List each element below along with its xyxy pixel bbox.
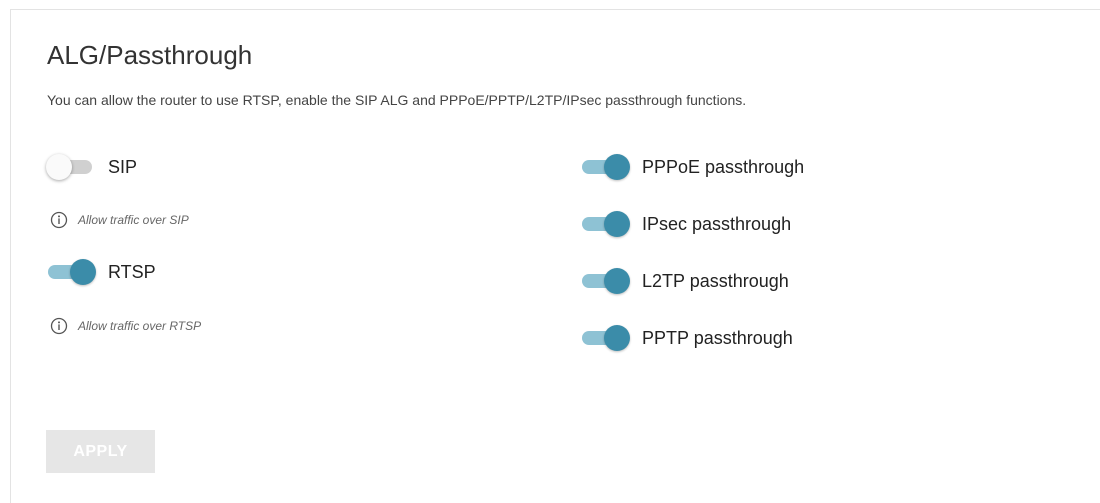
content-frame	[10, 9, 1100, 503]
rtsp-hint-text: Allow traffic over RTSP	[78, 319, 202, 333]
toggle-knob	[604, 268, 630, 294]
toggle-knob	[604, 211, 630, 237]
pptp-label: PPTP passthrough	[642, 327, 793, 348]
l2tp-toggle-row[interactable]: L2TP passthrough	[580, 265, 789, 297]
sip-toggle-row[interactable]: SIP	[46, 151, 137, 183]
pppoe-label: PPPoE passthrough	[642, 156, 805, 177]
sip-hint-text: Allow traffic over SIP	[78, 213, 189, 227]
l2tp-passthrough-toggle[interactable]	[580, 265, 632, 297]
toggle-knob	[70, 259, 96, 285]
l2tp-label: L2TP passthrough	[642, 270, 789, 291]
ipsec-passthrough-toggle[interactable]	[580, 208, 632, 240]
page-title: ALG/Passthrough	[47, 40, 253, 70]
apply-button[interactable]: APPLY	[46, 430, 155, 473]
pppoe-toggle-row[interactable]: PPPoE passthrough	[580, 151, 804, 183]
rtsp-label: RTSP	[108, 261, 156, 282]
pptp-passthrough-toggle[interactable]	[580, 322, 632, 354]
page-description: You can allow the router to use RTSP, en…	[47, 92, 747, 108]
sip-toggle[interactable]	[46, 151, 98, 183]
rtsp-toggle[interactable]	[46, 256, 98, 288]
pptp-toggle-row[interactable]: PPTP passthrough	[580, 322, 793, 354]
info-icon	[50, 211, 68, 229]
sip-label: SIP	[108, 156, 138, 177]
ipsec-label: IPsec passthrough	[642, 213, 792, 234]
info-icon	[50, 317, 68, 335]
sip-hint: Allow traffic over SIP	[50, 210, 189, 230]
toggle-knob	[604, 325, 630, 351]
pppoe-passthrough-toggle[interactable]	[580, 151, 632, 183]
toggle-knob	[604, 154, 630, 180]
rtsp-toggle-row[interactable]: RTSP	[46, 256, 156, 288]
toggle-knob	[46, 154, 72, 180]
ipsec-toggle-row[interactable]: IPsec passthrough	[580, 208, 791, 240]
rtsp-hint: Allow traffic over RTSP	[50, 316, 201, 336]
